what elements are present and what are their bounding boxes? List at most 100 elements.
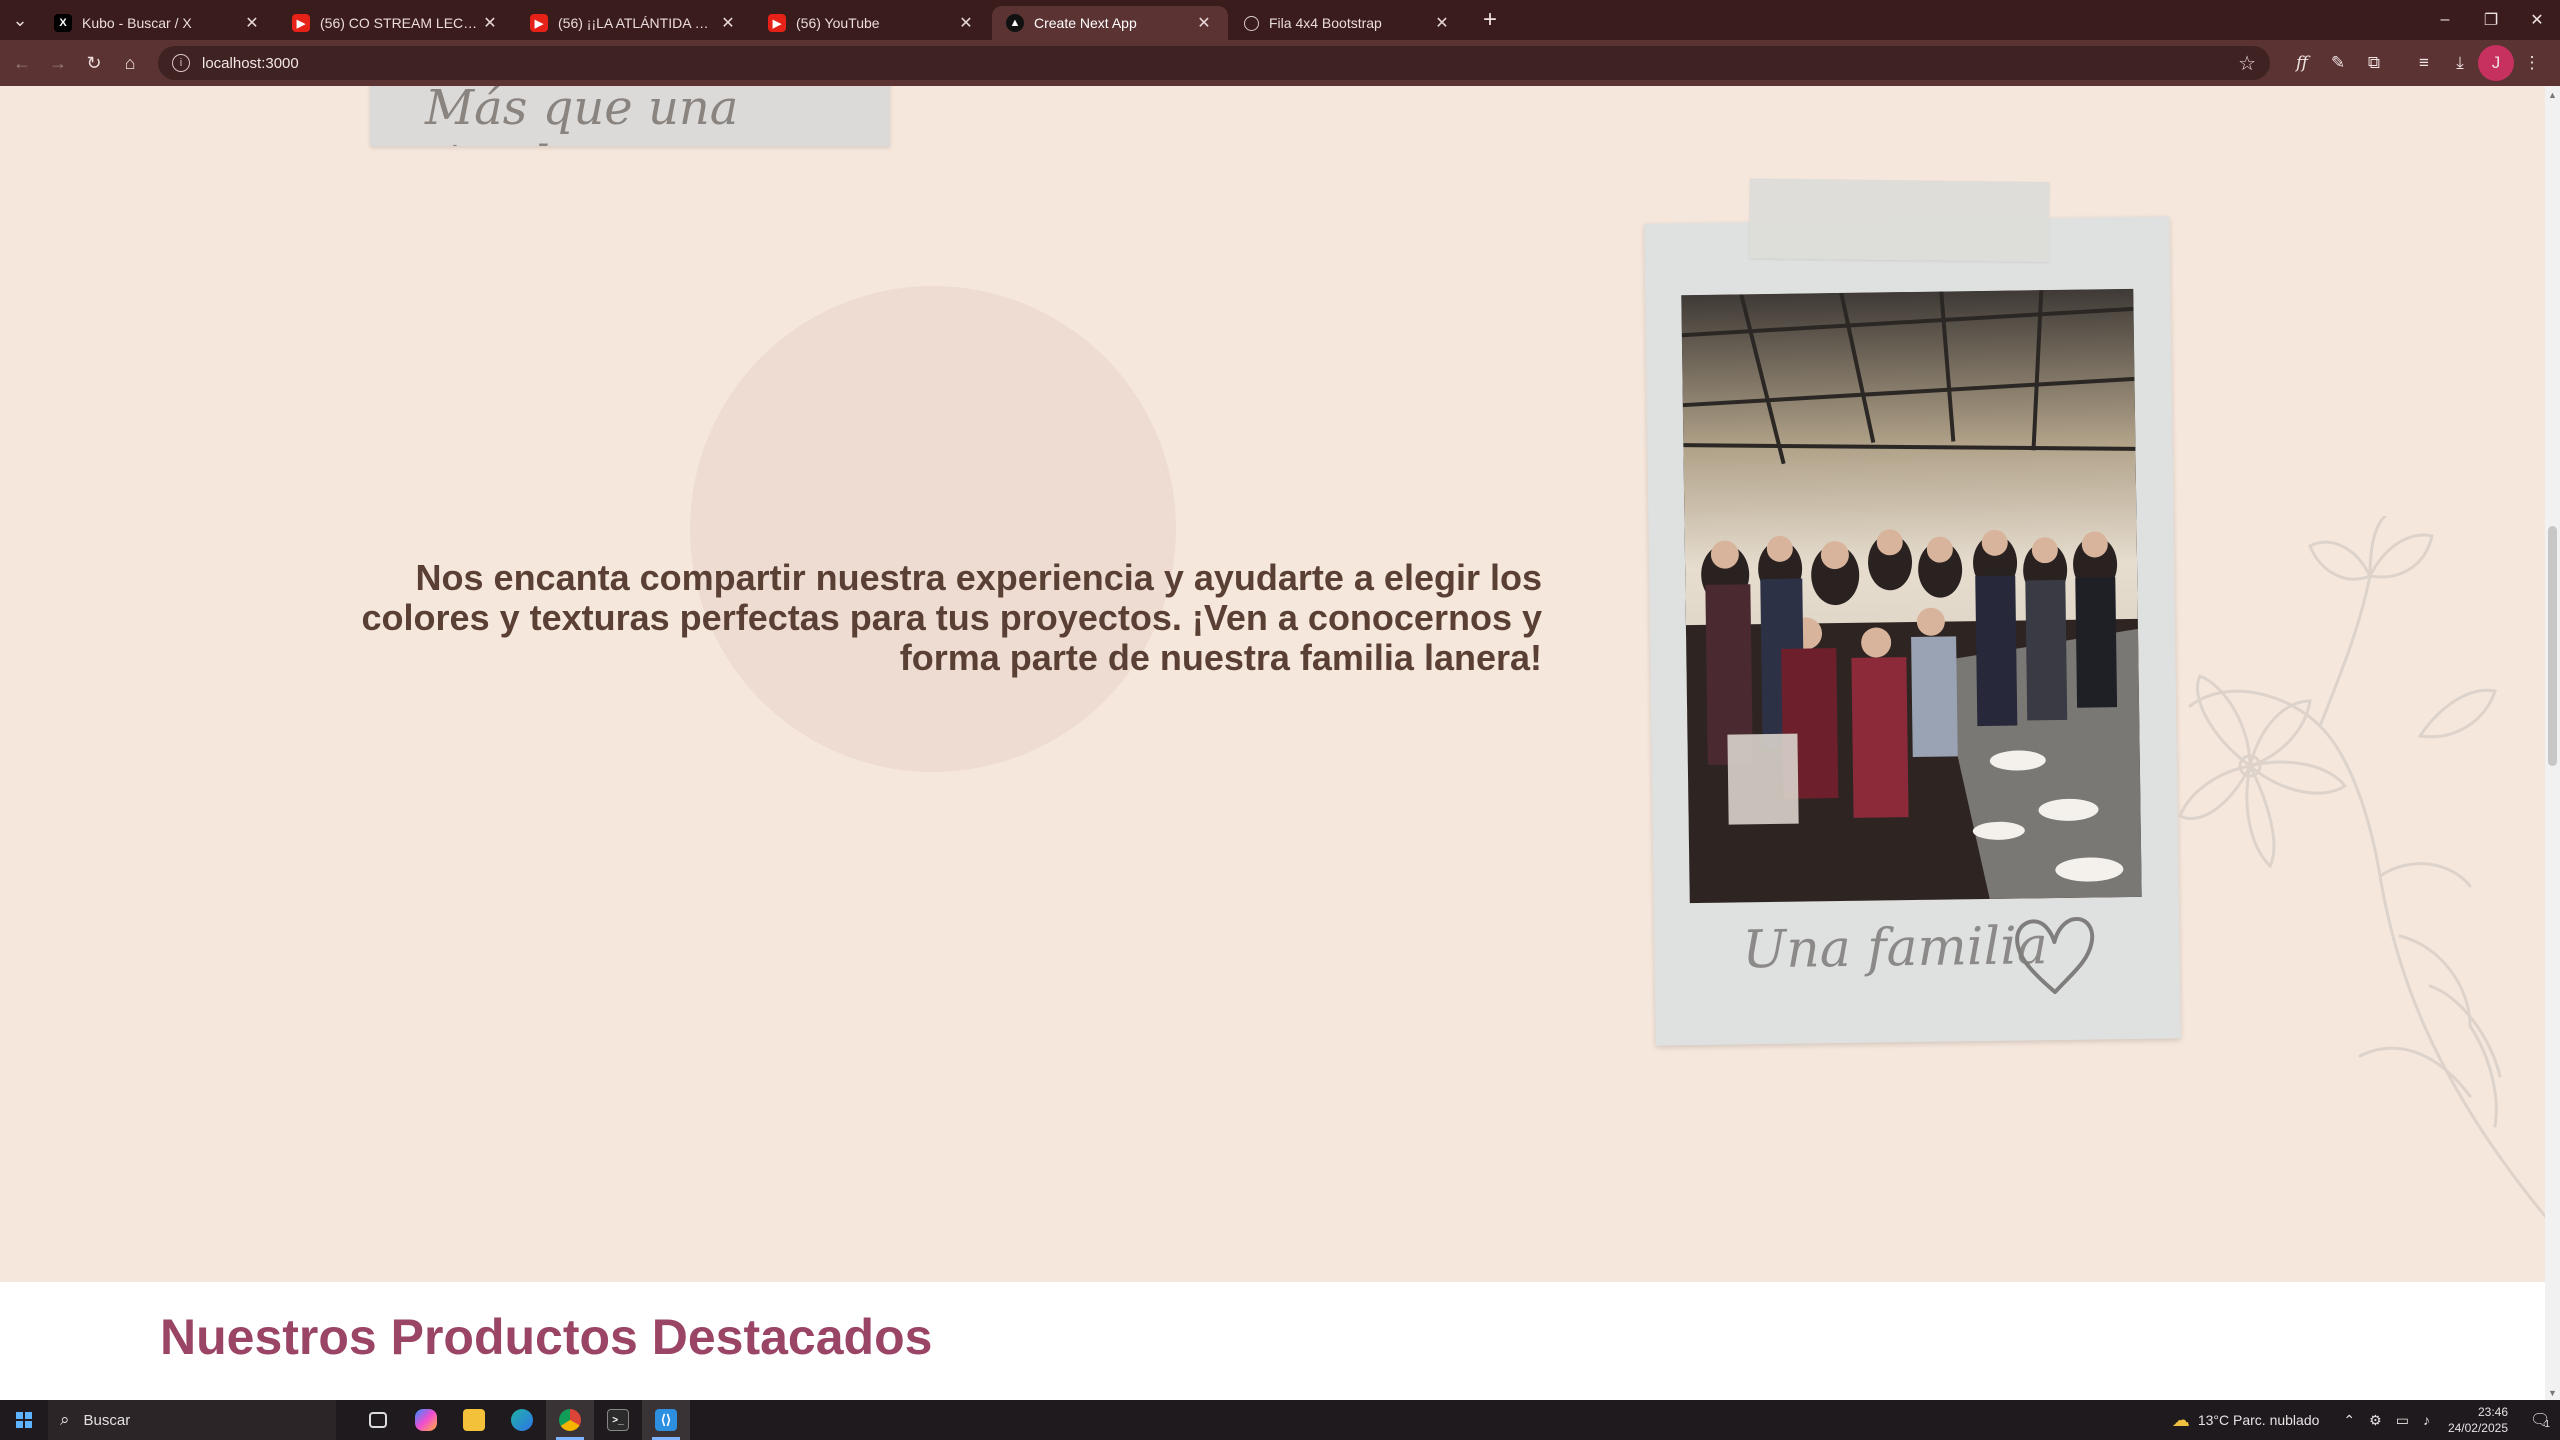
bookmark-star-icon[interactable]: ☆ <box>2238 51 2256 76</box>
edge-icon <box>511 1409 533 1431</box>
youtube-icon: ▶ <box>292 14 310 32</box>
weather-cloud-sun-icon: ☁ <box>2171 1409 2190 1430</box>
media-controls-icon[interactable]: ≡ <box>2406 45 2442 81</box>
floral-line-art <box>2178 516 2545 1218</box>
tape-strip <box>1748 178 2050 262</box>
tray-app-icon[interactable]: ⚙ <box>2369 1412 2382 1429</box>
restore-icon[interactable]: ❐ <box>2468 0 2514 40</box>
heart-icon <box>2015 916 2095 995</box>
chrome-icon <box>559 1409 581 1431</box>
polaroid-caption: Una familia <box>1742 916 2049 981</box>
notifications-button[interactable]: 🗨 1 <box>2520 1400 2560 1440</box>
tab-title: Create Next App <box>1034 15 1137 31</box>
terminal-icon: >_ <box>607 1409 629 1431</box>
scroll-thumb[interactable] <box>2548 526 2557 766</box>
close-icon[interactable]: ✕ <box>480 13 500 33</box>
task-view-icon <box>369 1412 387 1428</box>
clock-date: 24/02/2025 <box>2447 1421 2508 1435</box>
pen-extension-icon[interactable]: ✎ <box>2320 45 2356 81</box>
close-icon[interactable]: ✕ <box>718 13 738 33</box>
forward-arrow-icon[interactable]: → <box>40 45 76 81</box>
copilot-app[interactable] <box>402 1400 450 1440</box>
browser-toolbar: ← → ↻ ⌂ i localhost:3000 ☆ ff ✎ ⧉ ≡ ⤓ J … <box>0 40 2560 86</box>
tab-title: (56) YouTube <box>796 15 880 31</box>
polaroid-photo-card: Una familia <box>1644 178 2181 1046</box>
x-icon: X <box>54 14 72 32</box>
featured-products-title: Nuestros Productos Destacados <box>160 1309 933 1365</box>
close-icon[interactable]: ✕ <box>242 13 262 33</box>
task-view-button[interactable] <box>354 1400 402 1440</box>
address-bar[interactable]: i localhost:3000 ☆ <box>158 46 2270 80</box>
scroll-down-arrow-icon[interactable]: ▼ <box>2545 1386 2560 1400</box>
system-tray: ☁ 13°C Parc. nublado ⌃ ⚙ ▭ ♪ 23:46 24/02… <box>2172 1400 2560 1440</box>
tray-chevron-up-icon[interactable]: ⌃ <box>2343 1412 2355 1429</box>
globe-icon <box>1244 15 1259 31</box>
kebab-menu-icon[interactable]: ⋮ <box>2514 45 2550 81</box>
close-icon[interactable]: ✕ <box>1432 13 1452 33</box>
network-icon[interactable]: ▭ <box>2396 1412 2409 1429</box>
windows-taskbar: ⌕ Buscar >_ ⟨⟩ ☁ 13°C Parc. nublado ⌃ ⚙ … <box>0 1400 2560 1440</box>
youtube-icon: ▶ <box>530 14 548 32</box>
start-button[interactable] <box>0 1400 48 1440</box>
nextjs-icon: ▲ <box>1006 14 1024 32</box>
page-viewport: Más que una tienda Nos encanta compartir… <box>0 86 2545 1400</box>
profile-button[interactable]: J <box>2478 45 2514 81</box>
terminal-app[interactable]: >_ <box>594 1400 642 1440</box>
note-handwriting: Más que una tienda <box>425 86 739 146</box>
url-text: localhost:3000 <box>202 54 299 72</box>
edge-app[interactable] <box>498 1400 546 1440</box>
search-placeholder: Buscar <box>83 1411 131 1429</box>
windows-logo-icon <box>16 1412 32 1428</box>
home-icon[interactable]: ⌂ <box>112 45 148 81</box>
window-controls: – ❐ ✕ <box>2422 0 2560 40</box>
folder-icon <box>463 1409 485 1431</box>
download-icon[interactable]: ⤓ <box>2442 45 2478 81</box>
back-arrow-icon[interactable]: ← <box>4 45 40 81</box>
tab-search-chevron-icon[interactable]: ⌄ <box>0 0 40 40</box>
group-photo <box>1681 288 2142 904</box>
notification-count: 1 <box>2544 1418 2550 1430</box>
screen: ⌄ X Kubo - Buscar / X ✕ ▶ (56) CO STREAM… <box>0 0 2560 1440</box>
tab-fila-bootstrap[interactable]: Fila 4x4 Bootstrap ✕ <box>1230 6 1466 40</box>
extension-icons: ff ✎ ⧉ ≡ ⤓ J ⋮ <box>2284 45 2550 81</box>
decorative-circle <box>690 286 1176 772</box>
file-explorer-app[interactable] <box>450 1400 498 1440</box>
youtube-icon: ▶ <box>768 14 786 32</box>
tab-create-next-app[interactable]: ▲ Create Next App ✕ <box>992 6 1228 40</box>
volume-icon[interactable]: ♪ <box>2423 1412 2430 1428</box>
chrome-app[interactable] <box>546 1400 594 1440</box>
extensions-puzzle-icon[interactable]: ⧉ <box>2356 45 2392 81</box>
tab-youtube-stream[interactable]: ▶ (56) CO STREAM LEC | BDS VS ✕ <box>278 6 514 40</box>
close-icon[interactable]: ✕ <box>956 13 976 33</box>
tab-title: (56) CO STREAM LEC | BDS VS <box>320 15 480 31</box>
clock[interactable]: 23:46 24/02/2025 <box>2448 1404 2508 1436</box>
site-info-icon[interactable]: i <box>172 54 190 72</box>
vscode-icon: ⟨⟩ <box>655 1409 677 1431</box>
vscode-app[interactable]: ⟨⟩ <box>642 1400 690 1440</box>
tab-strip: ⌄ X Kubo - Buscar / X ✕ ▶ (56) CO STREAM… <box>0 0 2560 40</box>
clock-time: 23:46 <box>2477 1405 2508 1419</box>
tab-kubo-x[interactable]: X Kubo - Buscar / X ✕ <box>40 6 276 40</box>
previous-section-note-card: Más que una tienda <box>370 86 890 146</box>
close-window-icon[interactable]: ✕ <box>2514 0 2560 40</box>
reload-icon[interactable]: ↻ <box>76 45 112 81</box>
weather-text[interactable]: 13°C Parc. nublado <box>2198 1412 2320 1428</box>
taskbar-search[interactable]: ⌕ Buscar <box>48 1400 336 1440</box>
copilot-icon <box>415 1409 437 1431</box>
group-photo-illustration <box>1681 288 2142 904</box>
page-scrollbar[interactable]: ▲ ▼ <box>2545 86 2560 1400</box>
scroll-up-arrow-icon[interactable]: ▲ <box>2545 88 2560 102</box>
new-tab-plus-icon[interactable]: + <box>1472 2 1508 38</box>
taskbar-apps: >_ ⟨⟩ <box>354 1400 690 1440</box>
tab-title: Kubo - Buscar / X <box>82 15 192 31</box>
font-extension-icon[interactable]: ff <box>2284 45 2320 81</box>
intro-paragraph: Nos encanta compartir nuestra experienci… <box>361 557 1542 678</box>
minimize-icon[interactable]: – <box>2422 0 2468 40</box>
tab-title: (56) ¡¡LA ATLÁNTIDA HA SIDO <box>558 15 718 31</box>
avatar: J <box>2478 45 2514 81</box>
tab-youtube-atlantida[interactable]: ▶ (56) ¡¡LA ATLÁNTIDA HA SIDO ✕ <box>516 6 752 40</box>
search-icon: ⌕ <box>60 1410 70 1429</box>
tab-youtube[interactable]: ▶ (56) YouTube ✕ <box>754 6 990 40</box>
tab-title: Fila 4x4 Bootstrap <box>1269 15 1382 31</box>
close-icon[interactable]: ✕ <box>1194 13 1214 33</box>
